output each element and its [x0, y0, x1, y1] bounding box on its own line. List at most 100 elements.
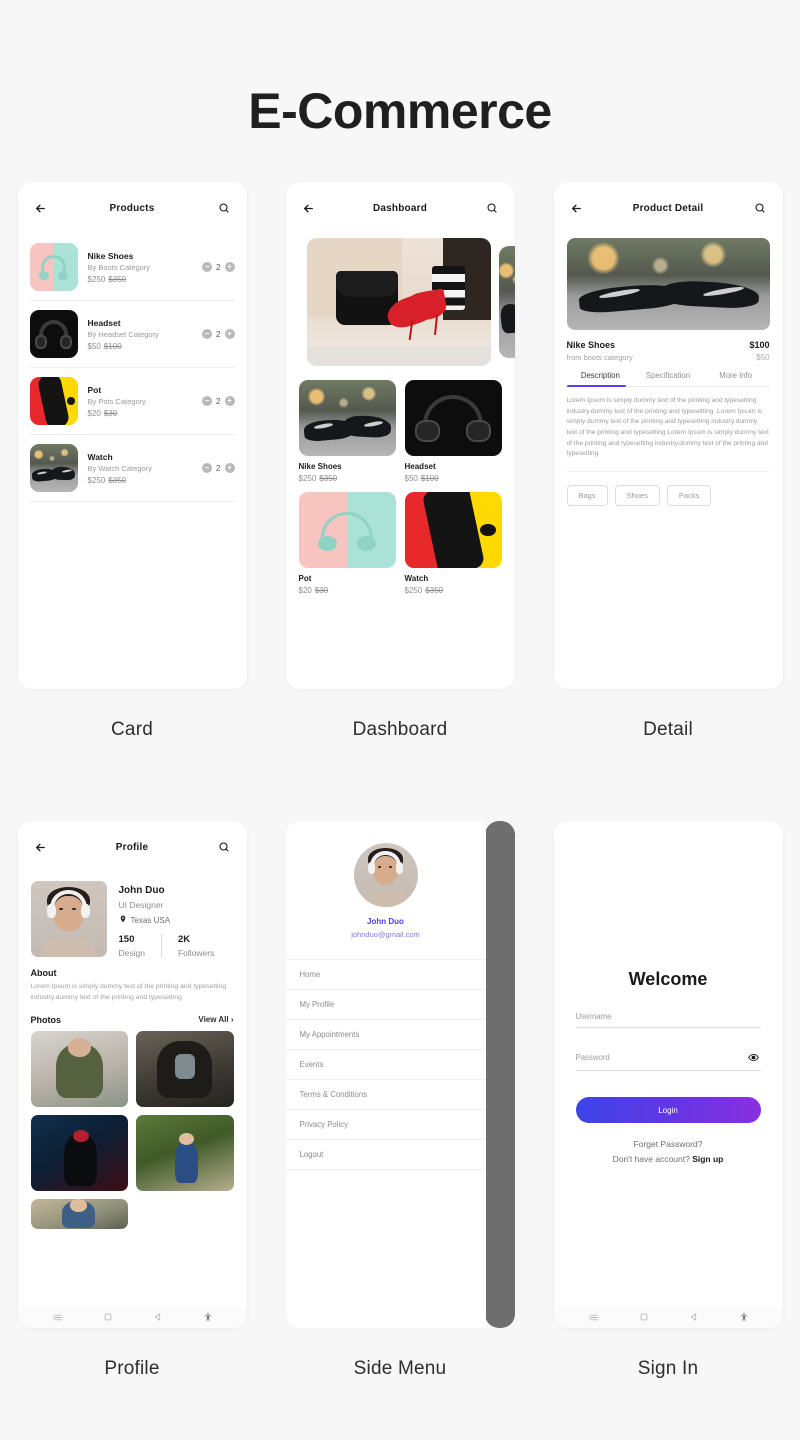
- appbar-detail: Product Detail: [554, 182, 783, 234]
- decrement-button[interactable]: −: [202, 262, 213, 272]
- product-category: By Watch Category: [87, 464, 152, 473]
- product-name: Watch: [87, 451, 113, 462]
- sidebar-item-terms-conditions[interactable]: Terms & Conditions: [285, 1080, 486, 1110]
- product-thumbnail: [29, 243, 78, 291]
- list-item[interactable]: Headset $50 $100: [404, 380, 502, 483]
- appbar-title-card: Products: [109, 202, 155, 214]
- product-grid: Nike Shoes $250 $350 Headset $50 $100 Po…: [286, 370, 515, 595]
- table-row[interactable]: Nike Shoes By Boots Category $250 $350 − …: [29, 234, 235, 301]
- product-image: [404, 492, 502, 568]
- eye-icon[interactable]: [747, 1050, 761, 1064]
- tab-more-info[interactable]: More Info: [702, 371, 770, 386]
- quantity-value: 2: [216, 329, 221, 339]
- hamburger-icon[interactable]: [588, 1312, 599, 1323]
- square-icon[interactable]: [103, 1312, 113, 1322]
- login-button[interactable]: Login: [575, 1097, 761, 1123]
- increment-button[interactable]: +: [224, 396, 235, 406]
- arrow-left-icon[interactable]: [568, 199, 586, 217]
- photo-tile[interactable]: [30, 1198, 128, 1229]
- increment-button[interactable]: +: [224, 463, 235, 473]
- mockup-profile: Profile John Duo UI Designer Texas USA 1…: [17, 821, 247, 1380]
- arrow-left-icon[interactable]: [300, 199, 318, 217]
- photo-tile[interactable]: [30, 1114, 128, 1191]
- quantity-stepper[interactable]: − 2 +: [196, 262, 235, 272]
- search-icon[interactable]: [751, 199, 769, 217]
- increment-button[interactable]: +: [224, 329, 235, 339]
- signup-link[interactable]: Sign up: [692, 1154, 723, 1164]
- mockup-row-2: Profile John Duo UI Designer Texas USA 1…: [0, 821, 800, 1380]
- decrement-button[interactable]: −: [202, 329, 213, 339]
- table-row[interactable]: Watch By Watch Category $250 $350 − 2 +: [29, 435, 235, 502]
- photo-tile[interactable]: [30, 1030, 128, 1107]
- appbar-card: Products: [18, 182, 247, 234]
- signup-prefix: Don't have account?: [612, 1154, 693, 1164]
- product-info: Watch By Watch Category $250 $350: [78, 452, 197, 485]
- drawer-scrim[interactable]: [484, 821, 515, 1328]
- banner-slide-active[interactable]: [306, 238, 491, 366]
- increment-button[interactable]: +: [224, 262, 235, 272]
- tag-chip-group: Bags Shoes Packs: [566, 471, 770, 507]
- product-thumbnail: [29, 310, 78, 358]
- mockup-card: Products Nike Shoes By Boots Category $2…: [17, 182, 247, 741]
- list-item[interactable]: Pot $20 $30: [298, 492, 396, 595]
- chip-shoes[interactable]: Shoes: [614, 485, 660, 507]
- sidebar-item-home[interactable]: Home: [285, 959, 486, 990]
- accessibility-icon[interactable]: [739, 1312, 749, 1322]
- drawer-avatar-wrap: [286, 821, 486, 907]
- tab-description[interactable]: Description: [566, 371, 635, 387]
- product-price-line: $250 $350: [299, 474, 396, 483]
- search-icon[interactable]: [483, 199, 501, 217]
- sidebar-item-my-appointments[interactable]: My Appointments: [285, 1020, 486, 1050]
- search-icon[interactable]: [215, 199, 233, 217]
- square-icon[interactable]: [639, 1312, 649, 1322]
- password-field-wrap: [575, 1050, 761, 1071]
- photo-tile[interactable]: [136, 1114, 234, 1191]
- description-text: Lorem Ipsum is simply dummy text of the …: [566, 397, 769, 458]
- arrow-left-icon[interactable]: [32, 199, 50, 217]
- avatar[interactable]: [353, 843, 418, 907]
- product-list: Nike Shoes By Boots Category $250 $350 − …: [18, 234, 247, 502]
- hamburger-icon[interactable]: [52, 1312, 63, 1323]
- stat-design: 150 Design: [119, 934, 161, 958]
- decrement-button[interactable]: −: [202, 396, 213, 406]
- about-text: Lorem Ipsum is simply dummy text of the …: [30, 983, 227, 1001]
- product-name: Headset: [404, 462, 436, 471]
- tab-specification[interactable]: Specification: [634, 371, 702, 386]
- photo-tile[interactable]: [136, 1030, 234, 1107]
- list-item[interactable]: Watch $250 $350: [404, 492, 502, 595]
- quantity-stepper[interactable]: − 2 +: [196, 463, 235, 473]
- chip-bags[interactable]: Bags: [566, 485, 608, 507]
- page-title: E-Commerce: [248, 83, 552, 139]
- arrow-left-icon[interactable]: [32, 838, 50, 856]
- product-price: $250: [298, 474, 317, 483]
- table-row[interactable]: Headset By Headset Category $50 $100 − 2 …: [29, 301, 235, 368]
- product-price-line: $250 $350: [88, 476, 197, 485]
- product-info: Nike Shoes By Boots Category $250 $350: [78, 251, 197, 284]
- sidebar-item-events[interactable]: Events: [285, 1050, 486, 1080]
- password-input[interactable]: [575, 1052, 747, 1062]
- product-thumbnail: [29, 377, 78, 425]
- product-thumbnail: [29, 444, 78, 492]
- search-icon[interactable]: [215, 838, 233, 856]
- list-item[interactable]: Nike Shoes $250 $350: [298, 380, 396, 483]
- table-row[interactable]: Pot By Pots Category $20 $30 − 2 +: [29, 368, 235, 435]
- quantity-stepper[interactable]: − 2 +: [196, 329, 235, 339]
- forget-password-link[interactable]: Forget Password?: [576, 1139, 761, 1149]
- banner-slide-next[interactable]: [498, 246, 515, 358]
- about-section: About Lorem Ipsum is simply dummy text o…: [18, 958, 247, 1004]
- decrement-button[interactable]: −: [202, 463, 213, 473]
- triangle-back-icon[interactable]: [153, 1312, 163, 1322]
- product-price: $50: [87, 341, 101, 351]
- banner-carousel[interactable]: [286, 238, 515, 370]
- accessibility-icon[interactable]: [203, 1312, 213, 1322]
- view-all-link[interactable]: View All ›: [198, 1015, 233, 1024]
- detail-tabs: Description Specification More Info: [566, 371, 770, 387]
- sidebar-item-my-profile[interactable]: My Profile: [285, 990, 486, 1020]
- username-input[interactable]: [575, 1012, 761, 1021]
- quantity-stepper[interactable]: − 2 +: [196, 396, 235, 406]
- sidebar-item-logout[interactable]: Logout: [285, 1140, 486, 1170]
- map-pin-icon: [119, 915, 127, 925]
- triangle-back-icon[interactable]: [689, 1312, 699, 1322]
- chip-packs[interactable]: Packs: [666, 485, 712, 507]
- sidebar-item-privacy-policy[interactable]: Privacy Policy: [285, 1110, 486, 1140]
